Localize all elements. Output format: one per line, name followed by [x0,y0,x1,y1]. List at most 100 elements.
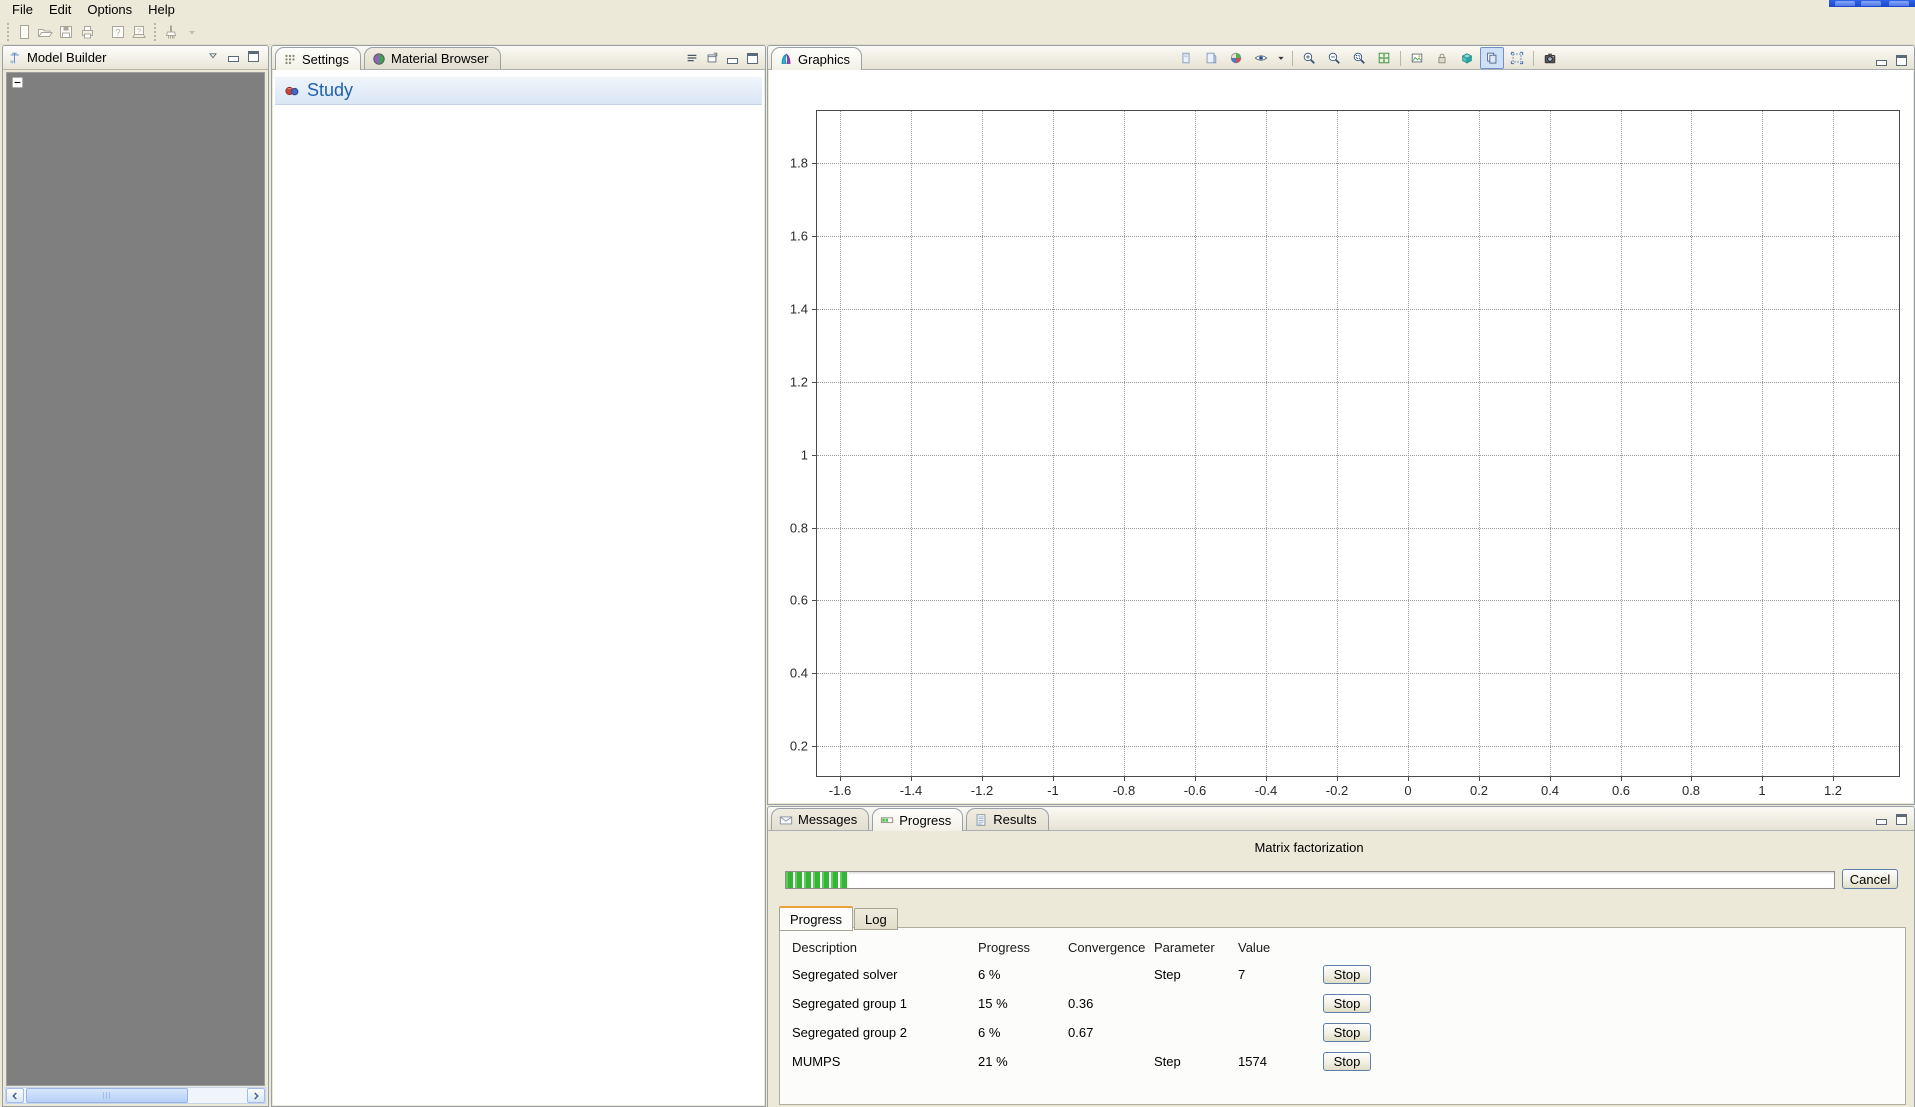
zoom-extents-button[interactable] [1372,47,1396,69]
toolbar-grip [152,22,157,41]
lock-button[interactable] [1430,47,1454,69]
model-builder-title: Model Builder [27,50,107,65]
new-icon [16,24,32,40]
scroll-left-button[interactable] [6,1088,24,1103]
help-button[interactable]: ? [107,21,128,42]
column-header: Parameter [1154,939,1215,955]
view-portrait-button[interactable] [1174,47,1198,69]
zoom-box-button[interactable] [1347,47,1371,69]
menu-help[interactable]: Help [140,0,183,19]
y-tick-label: 1.4 [789,301,808,317]
tab-messages[interactable]: Messages [771,808,870,830]
gridline-x [1266,111,1267,776]
maximize-button[interactable] [1892,811,1910,827]
stop-button[interactable]: Stop [1323,1023,1371,1042]
table-body: Segregated solver 6 % Step 7 Stop Segregated … [792,960,1905,1076]
settings-icon [283,52,297,66]
view-landscape-button[interactable] [1199,47,1223,69]
tree-collapse-toggle[interactable] [11,76,24,89]
subtab-log[interactable]: Log [854,908,898,930]
open-button[interactable] [34,21,55,42]
graphics-panel: Graphics -1.6 -1.4 -1.2 -1 -0.8 -0.6 -0.4 -0.2 0… [767,45,1915,805]
bottom-tabbar: Messages Progress Results [768,807,1914,831]
menu-edit[interactable]: Edit [41,0,79,19]
visibility-icon [1254,51,1268,65]
overflow-arrow-button[interactable] [181,21,202,42]
visibility-button[interactable] [1249,47,1273,69]
scene-light-button[interactable] [1224,47,1248,69]
horizontal-scrollbar[interactable] [5,1087,266,1104]
print-button[interactable] [76,21,97,42]
dropdown-arrow-button[interactable] [1274,47,1288,69]
copy-button[interactable] [1479,47,1504,69]
scrollbar-track[interactable] [188,1088,247,1103]
titlebar-maximize-button[interactable] [1861,1,1881,6]
transparency-button[interactable] [1455,47,1479,69]
model-builder-icon [8,51,22,65]
titlebar-minimize-button[interactable] [1835,1,1855,6]
plot-area[interactable]: -1.6 -1.4 -1.2 -1 -0.8 -0.6 -0.4 -0.2 0 0.2 0.4 0.6… [790,110,1900,798]
minimize-button[interactable] [1872,52,1890,68]
chevron-down-icon [206,49,220,63]
zoom-out-button[interactable] [1322,47,1346,69]
tick-mark [1762,776,1763,781]
scrollbar-thumb[interactable] [26,1088,188,1103]
graphics-tabbar: Graphics [768,46,1914,70]
float-view-button[interactable] [703,50,721,66]
subtab-progress[interactable]: Progress [779,906,854,931]
gridline-y [817,746,1899,747]
help-icon: ? [110,24,126,40]
new-button[interactable] [13,21,34,42]
scroll-right-button[interactable] [247,1088,265,1103]
maximize-icon [247,50,259,62]
progress-table: Description Progress Convergence Parameter V… [779,927,1906,1105]
tab-graphics[interactable]: Graphics [771,47,863,70]
x-tick-label: -1 [1047,783,1059,798]
tab-progress[interactable]: Progress [872,808,964,831]
open-icon [37,24,53,40]
select-frame-button[interactable] [1505,47,1529,69]
gridline-y [817,673,1899,674]
column-header: Value [1238,939,1271,955]
tick-mark [840,776,841,781]
maximize-button[interactable] [743,50,761,66]
image-button[interactable] [1405,47,1429,69]
minimize-button[interactable] [224,48,242,64]
tab-material-browser[interactable]: Material Browser [363,47,501,69]
snapshot-button[interactable] [1538,47,1562,69]
view-menu-button[interactable] [683,50,701,66]
zoom-in-button[interactable] [1297,47,1321,69]
study-icon [284,83,300,99]
tab-results[interactable]: Results [966,808,1049,830]
menu-options[interactable]: Options [79,0,140,19]
cell-value: 7 [1238,967,1246,982]
stop-button[interactable]: Stop [1323,994,1371,1013]
study-header-band: Study [275,77,762,105]
context-help-button[interactable]: ? [128,21,149,42]
view-menu-button[interactable] [204,48,222,64]
titlebar-close-button[interactable] [1889,1,1909,6]
tab-settings[interactable]: Settings [275,47,361,70]
minimize-button[interactable] [1872,811,1890,827]
brush-button[interactable] [160,21,181,42]
tab-graphics-label: Graphics [798,51,851,67]
graphics-canvas[interactable]: -1.6 -1.4 -1.2 -1 -0.8 -0.6 -0.4 -0.2 0 0.2 0.4 0.6… [769,70,1913,803]
gridline-y [817,382,1899,383]
copy-icon [1485,51,1499,65]
minimize-button[interactable] [723,50,741,66]
save-button[interactable] [55,21,76,42]
x-tick-label: 0.8 [1681,783,1701,798]
stop-button[interactable]: Stop [1323,965,1371,984]
toolbar-separator [1399,50,1401,66]
svg-text:?: ? [137,28,141,35]
maximize-button[interactable] [1892,52,1910,68]
tick-mark [1550,776,1551,781]
menu-file[interactable]: File [4,0,41,19]
column-header: Progress [978,939,1031,955]
maximize-button[interactable] [244,48,262,64]
scroll-left-icon [8,1089,22,1103]
gridline-y [817,236,1899,237]
model-tree-area[interactable] [6,72,265,1086]
stop-button[interactable]: Stop [1323,1052,1371,1071]
cancel-button[interactable]: Cancel [1842,869,1898,889]
